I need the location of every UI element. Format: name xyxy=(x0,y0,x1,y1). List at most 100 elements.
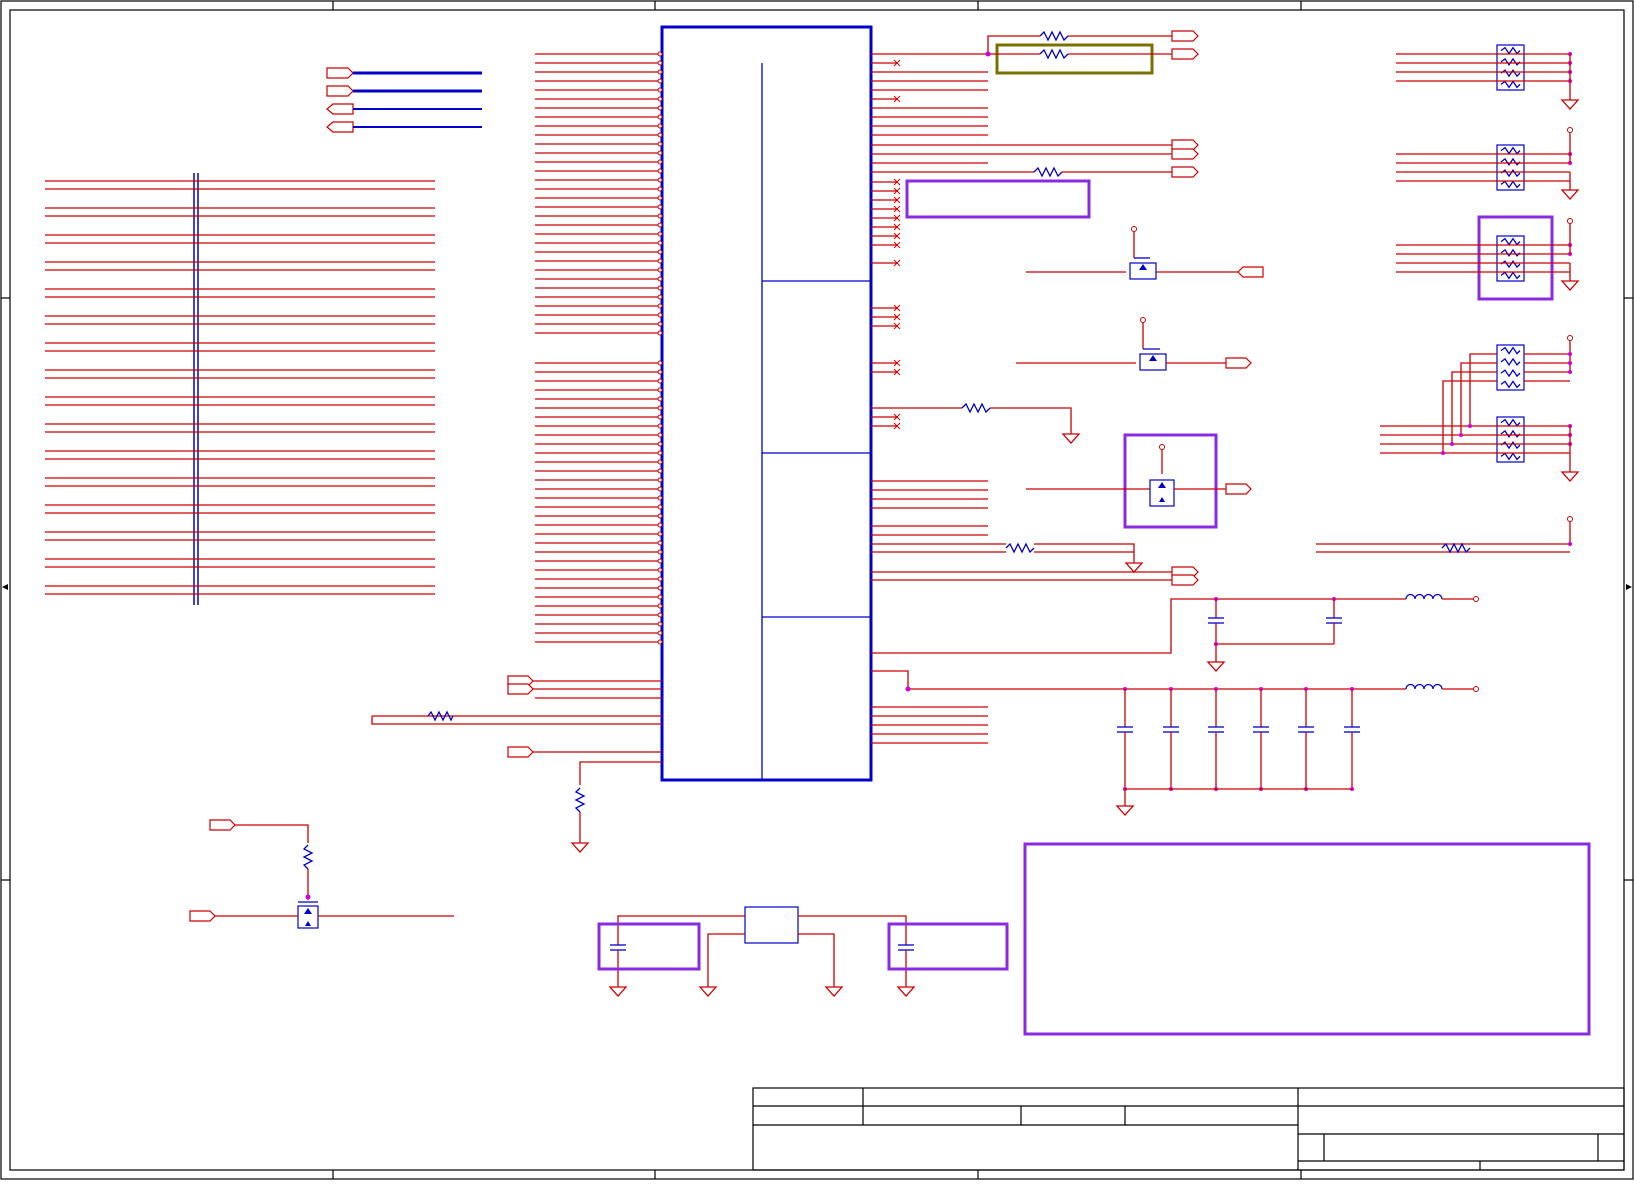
power-rail xyxy=(1567,516,1573,522)
ground-symbol xyxy=(1560,189,1580,200)
input-port xyxy=(1171,166,1199,178)
inductor xyxy=(1405,593,1443,600)
mosfet-q2 xyxy=(1016,317,1252,371)
ic-pin xyxy=(657,123,663,129)
resistor xyxy=(1500,146,1521,155)
resistor xyxy=(1500,259,1521,269)
input-port xyxy=(1225,483,1252,495)
resistor xyxy=(1500,418,1521,427)
resistor xyxy=(1500,429,1521,439)
net-wire xyxy=(1460,362,1497,435)
ic-pin xyxy=(657,567,663,573)
ic-pin xyxy=(657,432,663,438)
input-port xyxy=(507,683,534,695)
input-port xyxy=(1225,357,1252,369)
ic-pin xyxy=(657,51,663,57)
ic-pin xyxy=(657,330,663,336)
ground-symbol xyxy=(698,986,718,997)
ic-pin xyxy=(657,441,663,447)
resistor xyxy=(1500,80,1521,89)
input-port xyxy=(189,910,216,922)
ground-symbol xyxy=(1206,661,1226,672)
ic-pin xyxy=(657,204,663,210)
resistor xyxy=(1500,237,1521,246)
highlight-box xyxy=(887,922,1009,971)
ground-symbol xyxy=(1124,562,1144,573)
left-connector-block xyxy=(45,173,435,605)
regulator xyxy=(597,906,1009,997)
resistor xyxy=(1500,68,1521,78)
ic-pin xyxy=(657,87,663,93)
ic-pin xyxy=(657,387,663,393)
ic-pin xyxy=(657,258,663,264)
ic-pin xyxy=(657,141,663,147)
resistor xyxy=(1500,440,1521,450)
ic-pin xyxy=(657,60,663,66)
ic-pin xyxy=(657,150,663,156)
ic-pin xyxy=(657,378,663,384)
resistor xyxy=(1500,57,1521,67)
ic-pin xyxy=(657,168,663,174)
ic-pin xyxy=(657,405,663,411)
resistor xyxy=(1500,452,1521,461)
ic-pin xyxy=(657,177,663,183)
notes-box xyxy=(1023,842,1591,1036)
main-ic xyxy=(660,25,873,782)
ic-pin xyxy=(657,486,663,492)
ic-pin xyxy=(657,495,663,501)
resistor xyxy=(1005,542,1035,554)
input-port xyxy=(326,67,354,79)
ic-pin xyxy=(657,294,663,300)
resistor xyxy=(1033,166,1063,178)
ic-pin xyxy=(657,213,663,219)
main-ic-left-pins xyxy=(535,51,663,645)
top-left-ports xyxy=(326,67,482,133)
ic-pin xyxy=(657,423,663,429)
resistor-networks xyxy=(1316,44,1580,554)
ic-pin xyxy=(657,558,663,564)
ground-symbol xyxy=(896,986,916,997)
schematic-canvas xyxy=(0,0,1634,1180)
main-ic-right-pins xyxy=(871,59,988,744)
ic-pin xyxy=(657,285,663,291)
ic-pin xyxy=(657,114,663,120)
sheet-frame xyxy=(0,0,1634,1180)
net-wire xyxy=(1451,371,1497,444)
ic-right-nets xyxy=(871,139,1406,692)
mosfet-q1 xyxy=(1026,226,1264,280)
resistor xyxy=(1500,157,1521,167)
junction xyxy=(1441,451,1445,455)
resistor xyxy=(1500,380,1521,389)
ground-symbol xyxy=(1115,805,1135,816)
top-right-oscillator xyxy=(871,30,1199,75)
input-port xyxy=(1171,574,1199,586)
resistor xyxy=(961,402,991,414)
power-rail xyxy=(1567,218,1573,224)
highlight-box xyxy=(1123,433,1218,529)
ic-pin xyxy=(657,459,663,465)
ic-pin xyxy=(657,513,663,519)
junction xyxy=(1568,370,1572,374)
ground-symbol xyxy=(1061,433,1081,444)
resistor xyxy=(1039,48,1069,60)
ic-pin xyxy=(657,531,663,537)
power-rail xyxy=(1567,335,1573,341)
power-rail xyxy=(1473,686,1479,692)
ground-symbol xyxy=(1560,280,1580,291)
output-port xyxy=(326,121,354,133)
input-port xyxy=(1171,48,1199,60)
ic-pin xyxy=(657,639,663,645)
output-port xyxy=(1237,266,1264,278)
resistor xyxy=(1500,180,1521,189)
resistor xyxy=(1500,368,1521,378)
ic-pin xyxy=(657,159,663,165)
ic-pin xyxy=(657,360,663,366)
ic-pin xyxy=(657,186,663,192)
ic-pin xyxy=(657,267,663,273)
ic-pin xyxy=(657,621,663,627)
highlight-box xyxy=(1477,215,1554,301)
resistor xyxy=(1500,346,1521,355)
ground-symbol xyxy=(1560,99,1580,110)
ic-pin xyxy=(657,522,663,528)
resistor xyxy=(1441,542,1471,554)
